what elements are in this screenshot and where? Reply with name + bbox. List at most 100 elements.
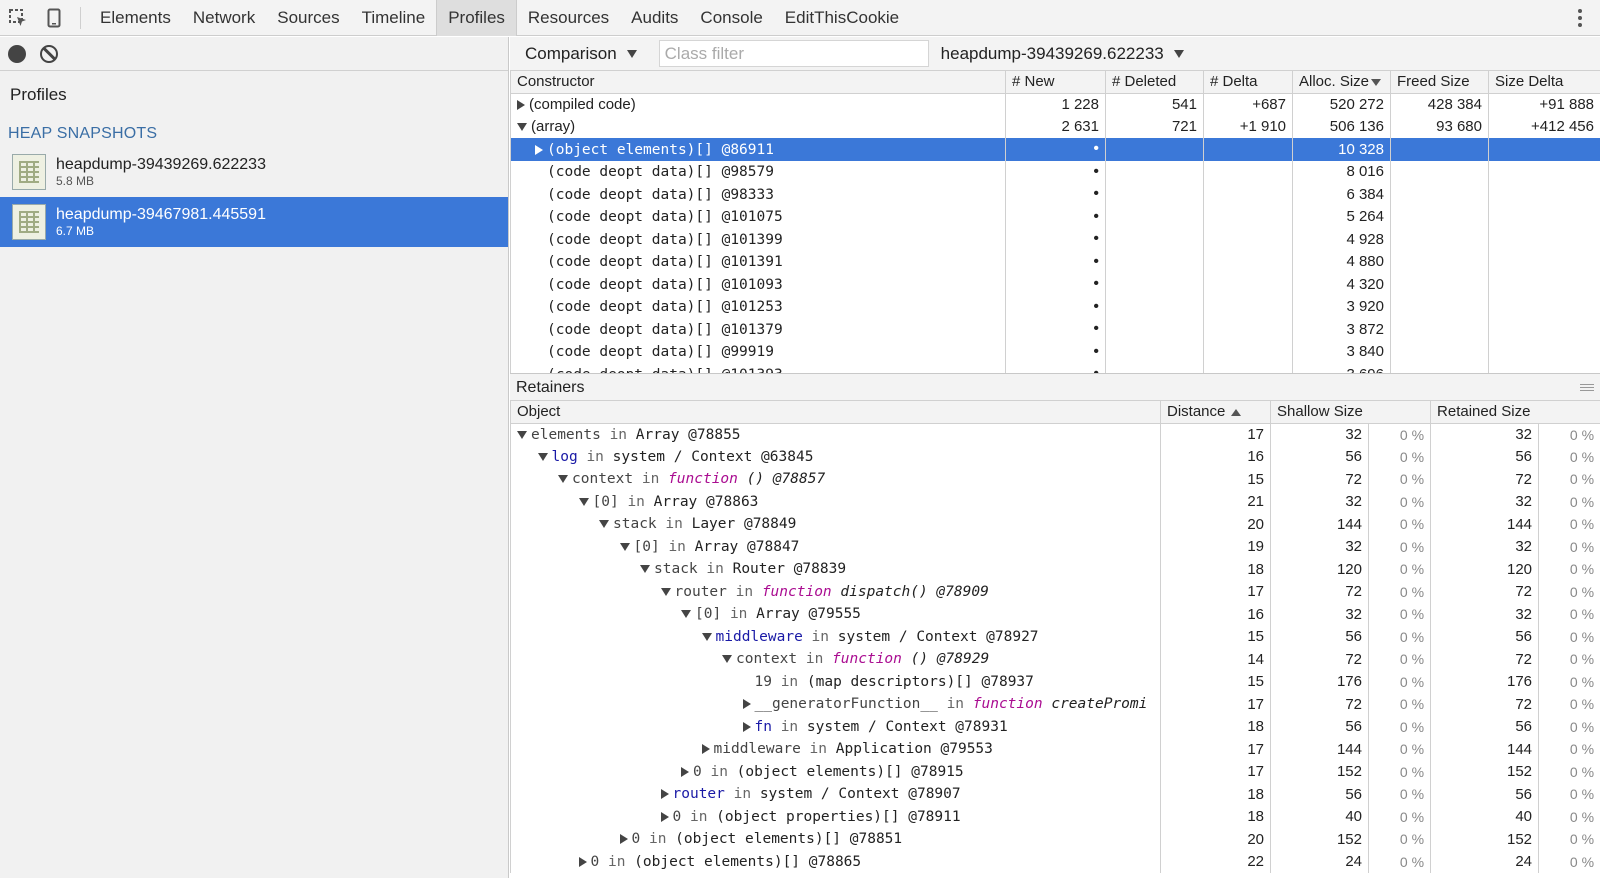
cell-shallow-pct: 0 % [1367,445,1432,468]
table-row[interactable]: 0 in (object elements)[] @78915 17 152 0 % 1… [510,760,1600,783]
clear-icon[interactable] [40,44,58,63]
table-row[interactable]: fn in system / Context @78931 18 56 0 % 56 0 … [510,715,1600,738]
tab-profiles[interactable]: Profiles [436,0,517,36]
class-filter-input[interactable] [658,40,929,67]
table-row[interactable]: context in function () @78857 15 72 0 % 72 0 … [510,468,1600,491]
table-row[interactable]: router in function dispatch() @78909 17 72… [510,580,1600,603]
collapse-arrow-icon[interactable] [517,123,527,132]
table-row[interactable]: (code deopt data)[] @101391 • 4 880 [510,250,1600,273]
tab-sources[interactable]: Sources [266,0,350,36]
collapse-arrow-icon[interactable] [599,520,609,529]
table-row[interactable]: middleware in system / Context @78927 15 5… [510,625,1600,648]
table-row[interactable]: [0] in Array @78847 19 32 0 % 32 0 % [510,535,1600,558]
table-row[interactable]: 0 in (object properties)[] @78911 18 40 0 %… [510,805,1600,828]
more-options-icon[interactable] [1570,8,1590,28]
tab-resources[interactable]: Resources [517,0,620,36]
cell-distance: 17 [1160,580,1271,603]
record-icon[interactable] [8,44,26,63]
device-mode-icon[interactable] [36,0,72,36]
inspect-element-icon[interactable] [0,0,36,36]
column-header[interactable]: Retained Size [1430,401,1600,424]
table-row[interactable]: (array) 2 631 721 +1 910 506 136 93 680 +412 4… [510,115,1600,138]
constructor-name: (code deopt data)[] @101075 [547,209,783,226]
table-row[interactable]: 19 in (map descriptors)[] @78937 15 176 0 %… [510,670,1600,693]
table-row[interactable]: (code deopt data)[] @101075 • 5 264 [510,205,1600,228]
cell-retained: 32 [1430,535,1540,558]
collapse-arrow-icon[interactable] [640,565,650,574]
table-row[interactable]: (code deopt data)[] @101393 • 3 696 [510,363,1600,373]
cell-freed [1390,228,1489,251]
column-header[interactable]: Constructor [510,71,1006,94]
snapshot-item[interactable]: heapdump-39467981.445591 6.7 MB [0,197,508,247]
column-header[interactable]: Freed Size [1390,71,1489,94]
table-row[interactable]: (object elements)[] @86911 • 10 328 [510,138,1600,161]
expand-arrow-icon[interactable] [578,856,587,867]
cell-shallow: 24 [1270,850,1369,873]
collapse-arrow-icon[interactable] [681,610,691,619]
collapse-arrow-icon[interactable] [660,587,671,596]
collapse-arrow-icon[interactable] [722,655,732,664]
table-row[interactable]: (compiled code) 1 228 541 +687 520 272 428 38… [510,93,1600,116]
view-selector[interactable]: Comparison [525,44,637,64]
tab-audits[interactable]: Audits [620,0,689,36]
column-header[interactable]: # Deleted [1105,71,1204,94]
collapse-arrow-icon[interactable] [701,632,712,641]
collapse-arrow-icon[interactable] [517,430,527,439]
tab-editthiscookie[interactable]: EditThisCookie [774,0,910,36]
table-row[interactable]: context in function () @78929 14 72 0 % 72 0 … [510,648,1600,671]
table-row[interactable]: stack in Layer @78849 20 144 0 % 144 0 % [510,513,1600,536]
column-header[interactable]: # Delta [1203,71,1293,94]
expand-arrow-icon[interactable] [660,789,669,800]
expand-arrow-icon[interactable] [681,766,689,777]
expand-arrow-icon[interactable] [660,811,669,822]
expand-arrow-icon[interactable] [701,744,710,755]
column-header[interactable]: Object [510,401,1161,424]
table-row[interactable]: elements in Array @78855 17 32 0 % 32 0 % [510,423,1600,446]
constructor-table-container[interactable]: Constructor # New # Deleted # Delta Alloc. S… [510,71,1600,374]
table-row[interactable]: [0] in Array @79555 16 32 0 % 32 0 % [510,603,1600,626]
table-row[interactable]: (code deopt data)[] @98333 • 6 384 [510,183,1600,206]
expand-arrow-icon[interactable] [742,699,751,710]
column-header[interactable]: Size Delta [1488,71,1600,94]
expand-arrow-icon[interactable] [535,144,543,155]
table-row[interactable]: middleware in Application @79553 17 144 0 %… [510,738,1600,761]
resize-handle-icon[interactable] [1580,383,1594,391]
expand-arrow-icon[interactable] [619,834,628,845]
table-row[interactable]: (code deopt data)[] @101253 • 3 920 [510,295,1600,318]
table-row[interactable]: (code deopt data)[] @101399 • 4 928 [510,228,1600,251]
table-row[interactable]: (code deopt data)[] @98579 • 8 016 [510,160,1600,183]
table-row[interactable]: log in system / Context @63845 16 56 0 % 56 0… [510,445,1600,468]
column-header[interactable]: # New [1005,71,1106,94]
table-row[interactable]: (code deopt data)[] @99919 • 3 840 [510,340,1600,363]
table-row[interactable]: __generatorFunction__ in function create… [510,693,1600,716]
column-header[interactable]: Alloc. Size [1292,71,1391,94]
base-snapshot-selector[interactable]: heapdump-39439269.622233 [941,44,1184,64]
cell-deleted [1105,205,1204,228]
snapshot-item[interactable]: heapdump-39439269.622233 5.8 MB [0,147,508,197]
collapse-arrow-icon[interactable] [558,475,568,484]
table-row[interactable]: router in system / Context @78907 18 56 0 %… [510,783,1600,806]
table-row[interactable]: (code deopt data)[] @101093 • 4 320 [510,273,1600,296]
column-header[interactable]: Shallow Size [1269,401,1432,424]
tab-network[interactable]: Network [182,0,266,36]
column-header[interactable]: Distance [1160,401,1271,424]
table-row[interactable]: stack in Router @78839 18 120 0 % 120 0 % [510,558,1600,581]
cell-retained: 144 [1430,738,1540,761]
retainer-property: fn [754,718,772,735]
cell-distance: 20 [1160,828,1271,851]
collapse-arrow-icon[interactable] [619,542,630,551]
table-row[interactable]: (code deopt data)[] @101379 • 3 872 [510,318,1600,341]
collapse-arrow-icon[interactable] [537,452,548,461]
retainers-table-container[interactable]: Object Distance Shallow Size Retained Size … [510,401,1600,878]
cell-deleted [1105,183,1204,206]
expand-arrow-icon[interactable] [517,100,525,111]
collapse-arrow-icon[interactable] [578,497,589,506]
table-row[interactable]: 0 in (object elements)[] @78865 22 24 0 % 24… [510,850,1600,873]
cell-retained-pct: 0 % [1538,760,1600,783]
tab-elements[interactable]: Elements [89,0,182,36]
expand-arrow-icon[interactable] [742,721,751,732]
table-row[interactable]: 0 in (object elements)[] @78851 20 152 0 % 1… [510,828,1600,851]
tab-console[interactable]: Console [689,0,773,36]
tab-timeline[interactable]: Timeline [351,0,437,36]
table-row[interactable]: [0] in Array @78863 21 32 0 % 32 0 % [510,490,1600,513]
